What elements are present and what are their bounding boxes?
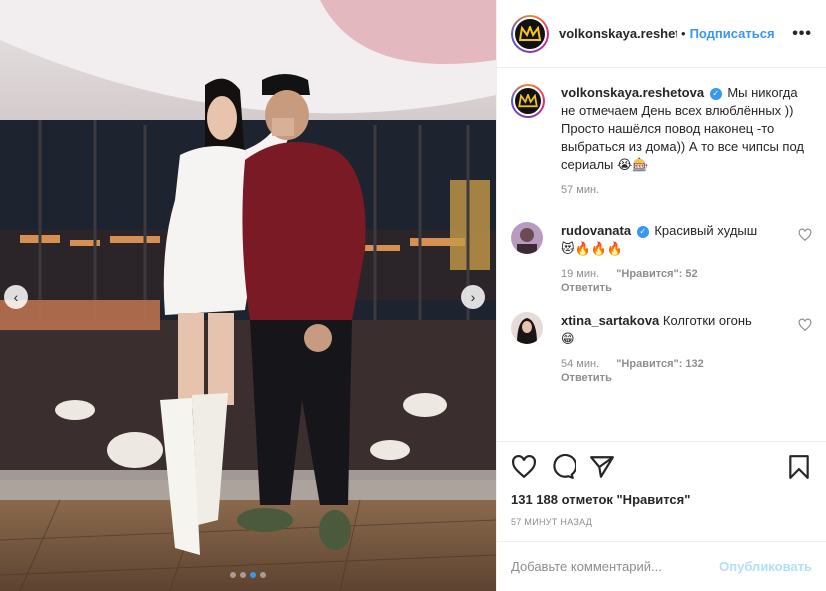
comment-text: Красивый худыш [654,223,758,238]
verified-badge-icon: ✓ [636,225,649,238]
comment-text-block: rudovanata ✓ Красивый худыш 😻🔥🔥🔥 [561,222,792,258]
follow-button[interactable]: Подписаться [690,26,775,41]
header-username[interactable]: volkonskaya.reshetova [559,26,677,41]
caption-username[interactable]: volkonskaya.reshetova [561,85,704,100]
comment-like-heart-icon[interactable] [798,228,812,242]
comment-time[interactable]: 54 мин. [561,358,599,370]
like-heart-icon[interactable] [511,454,537,480]
comment-username[interactable]: rudovanata [561,223,631,238]
photo-image [0,0,496,591]
caption-text-block: volkonskaya.reshetova ✓ Мы никогда не от… [561,84,812,174]
comments-list: volkonskaya.reshetova ✓ Мы никогда не от… [497,68,826,441]
carousel-dot [230,572,236,578]
comment-meta: 19 мин. "Нравится": 52 [561,268,792,280]
post-photo[interactable]: ‹ › [0,0,496,591]
comment-emojis: 😻🔥🔥🔥 [561,241,624,256]
comment-meta: 54 мин. "Нравится": 132 [561,358,792,370]
post-header: volkonskaya.reshetova • Подписаться ••• [497,0,826,68]
reply-button[interactable]: Ответить [561,282,792,294]
post-time[interactable]: 57 МИНУТ НАЗАД [511,517,812,527]
comment-username[interactable]: xtina_sartakova [561,313,659,328]
carousel-next-button[interactable]: › [461,285,485,309]
share-paper-plane-icon[interactable] [589,454,615,480]
avatar-photo [511,222,543,254]
carousel-indicator [0,572,496,578]
verified-badge-icon: ✓ [709,87,722,100]
action-bar [511,452,812,482]
avatar-photo [511,312,543,344]
comment-time[interactable]: 19 мин. [561,268,599,280]
publish-button[interactable]: Опубликовать [719,559,812,574]
caption: volkonskaya.reshetova ✓ Мы никогда не от… [511,84,812,196]
comment-likes[interactable]: "Нравится": 52 [616,268,697,280]
comment-likes[interactable]: "Нравится": 132 [616,358,704,370]
comment-input[interactable] [511,559,720,574]
caption-time[interactable]: 57 мин. [561,184,812,196]
comment-item: rudovanata ✓ Красивый худыш 😻🔥🔥🔥 19 мин.… [511,222,812,294]
carousel-dot-active [250,572,256,578]
header-separator: • [681,26,686,41]
post-actions: 131 188 отметок "Нравится" 57 МИНУТ НАЗА… [497,441,826,541]
more-options-button[interactable]: ••• [792,25,812,43]
comment-item: xtina_sartakova Колготки огонь 😁 54 мин.… [511,312,812,384]
chevron-right-icon: › [470,289,476,305]
caption-avatar[interactable] [511,84,545,118]
crown-logo-icon [519,25,541,41]
carousel-prev-button[interactable]: ‹ [4,285,28,309]
comment-text-block: xtina_sartakova Колготки огонь 😁 [561,312,792,348]
add-comment-bar: Опубликовать [497,541,826,591]
post-side-panel: volkonskaya.reshetova • Подписаться ••• … [496,0,826,591]
carousel-dot [260,572,266,578]
likes-count[interactable]: 131 188 отметок "Нравится" [511,492,812,507]
comment-like-heart-icon[interactable] [798,318,812,332]
caption-emojis: 😭🎰 [617,157,649,172]
carousel-dot [240,572,246,578]
comment-text: Колготки огонь [662,313,752,328]
save-bookmark-icon[interactable] [786,454,812,480]
reply-button[interactable]: Ответить [561,372,792,384]
crown-logo-icon [518,94,538,108]
commenter-avatar[interactable] [511,222,543,254]
post-viewer: ‹ › volkonskaya.reshetova • Подписаться [0,0,826,591]
commenter-avatar[interactable] [511,312,543,344]
comment-emojis: 😁 [561,331,575,346]
chevron-left-icon: ‹ [13,289,19,305]
comment-bubble-icon[interactable] [550,454,576,480]
avatar[interactable] [511,14,549,53]
